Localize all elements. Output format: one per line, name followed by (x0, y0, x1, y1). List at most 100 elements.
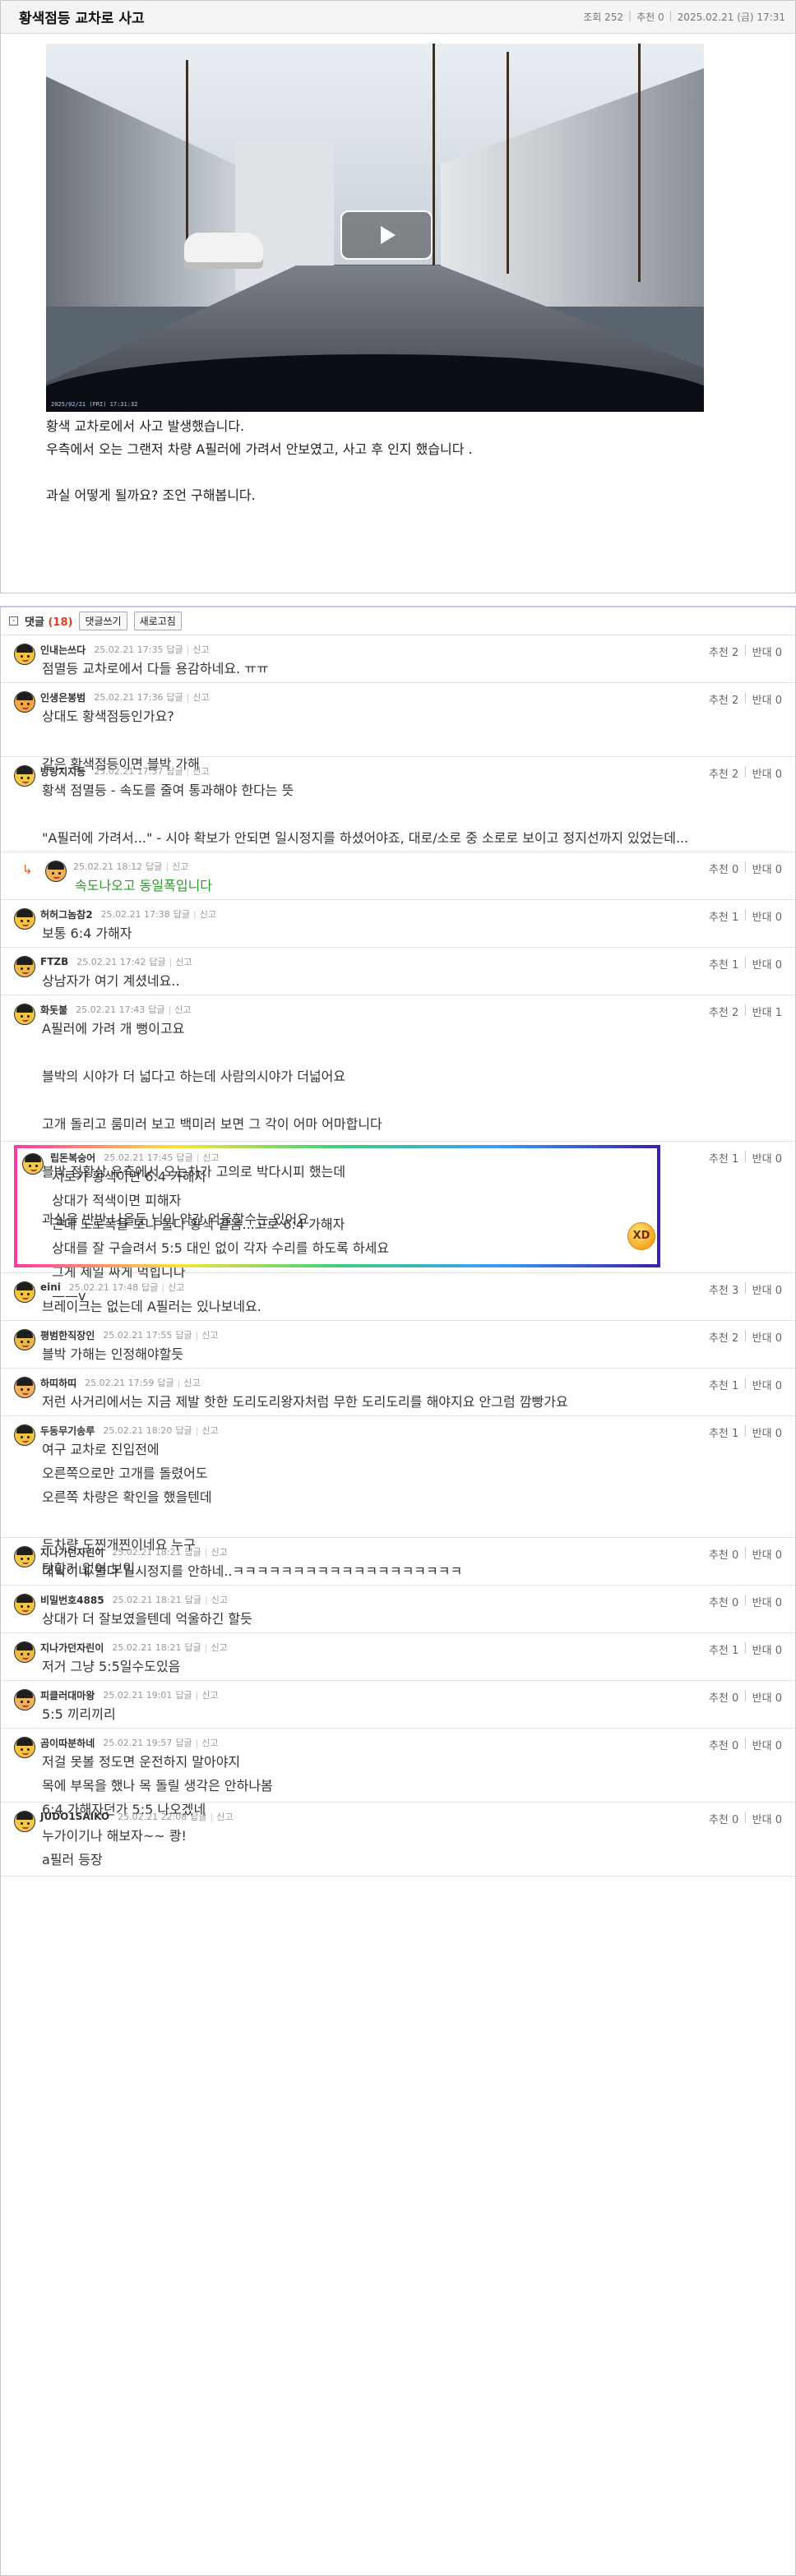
report-link[interactable]: 신고 (192, 643, 209, 656)
video-player[interactable]: 2025/02/21 (FRI) 17:31:32 (46, 44, 704, 412)
separator: | (743, 1329, 747, 1341)
upvote-button[interactable]: 추천 0 (709, 1689, 738, 1705)
downvote-button[interactable]: 반대 0 (752, 1281, 782, 1297)
downvote-button[interactable]: 반대 0 (752, 1811, 782, 1826)
reply-link[interactable]: 답글 (148, 1003, 164, 1016)
upvote-button[interactable]: 추천 2 (709, 644, 738, 659)
downvote-button[interactable]: 반대 0 (752, 1329, 782, 1345)
downvote-button[interactable]: 반대 0 (752, 1641, 782, 1657)
reply-link[interactable]: 답글 (166, 690, 183, 704)
comment-author[interactable]: 지나가던자린이 (40, 1641, 104, 1655)
comment-author[interactable]: FTZB (40, 956, 68, 967)
report-link[interactable]: 신고 (211, 1593, 228, 1606)
upvote-button[interactable]: 추천 1 (709, 1377, 738, 1392)
comment-date: 25.02.21 17:43 (76, 1004, 146, 1015)
reply-link[interactable]: 답글 (184, 1545, 201, 1558)
report-link[interactable]: 신고 (168, 1281, 184, 1294)
reply-link[interactable]: 답글 (141, 1281, 158, 1294)
report-link[interactable]: 신고 (183, 1376, 200, 1389)
report-link[interactable]: 신고 (216, 1810, 233, 1823)
downvote-button[interactable]: 반대 0 (752, 1377, 782, 1392)
downvote-button[interactable]: 반대 0 (752, 956, 782, 972)
separator: | (195, 1689, 199, 1701)
upvote-button[interactable]: 추천 3 (709, 1281, 738, 1297)
comment-author[interactable]: 하띠하띠 (40, 1376, 76, 1390)
upvote-button[interactable]: 추천 1 (709, 908, 738, 924)
reply-link[interactable]: 답글 (146, 860, 162, 873)
report-link[interactable]: 신고 (201, 1736, 218, 1749)
upvote-button[interactable]: 추천 0 (709, 1811, 738, 1826)
reply-link[interactable]: 답글 (176, 1151, 192, 1164)
comment-author[interactable]: 비밀번호4885 (40, 1593, 104, 1607)
downvote-button[interactable]: 반대 0 (752, 1424, 782, 1440)
upvote-button[interactable]: 추천 1 (709, 1424, 738, 1440)
reply-link[interactable]: 답글 (175, 1424, 192, 1437)
downvote-button[interactable]: 반대 0 (752, 1594, 782, 1609)
downvote-button[interactable]: 반대 0 (752, 644, 782, 659)
reply-link[interactable]: 답글 (185, 1593, 201, 1606)
view-count: 조회 252 (583, 12, 624, 23)
report-link[interactable]: 신고 (202, 1151, 219, 1164)
comment-author[interactable]: eini (40, 1281, 61, 1293)
refresh-button[interactable]: 새로고침 (133, 612, 182, 630)
upvote-button[interactable]: 추천 0 (709, 861, 738, 876)
upvote-button[interactable]: 추천 2 (709, 1004, 738, 1019)
downvote-button[interactable]: 반대 1 (752, 1004, 782, 1019)
report-link[interactable]: 신고 (200, 907, 216, 921)
comment-author[interactable]: 립돈복숭어 (50, 1151, 95, 1165)
report-link[interactable]: 신고 (174, 1003, 191, 1016)
comment-author[interactable]: 화돗불 (40, 1003, 67, 1017)
comment-author[interactable]: 평범한직장인 (40, 1328, 95, 1342)
comment-author[interactable]: 인생은봉범 (40, 690, 86, 704)
downvote-button[interactable]: 반대 0 (752, 691, 782, 707)
reply-link[interactable]: 답글 (174, 907, 190, 921)
upvote-button[interactable]: 추천 1 (709, 1150, 738, 1166)
report-link[interactable]: 신고 (172, 860, 188, 873)
upvote-button[interactable]: 추천 1 (709, 956, 738, 972)
reply-link[interactable]: 답글 (190, 1810, 206, 1823)
downvote-button[interactable]: 반대 0 (752, 861, 782, 876)
reply-link[interactable]: 답글 (149, 955, 165, 968)
downvote-button[interactable]: 반대 0 (752, 1689, 782, 1705)
downvote-button[interactable]: 반대 0 (752, 1737, 782, 1752)
report-link[interactable]: 신고 (192, 690, 209, 704)
report-link[interactable]: 신고 (201, 1688, 218, 1701)
report-link[interactable]: 신고 (201, 1328, 218, 1341)
report-link[interactable]: 신고 (211, 1641, 227, 1654)
upvote-button[interactable]: 추천 2 (709, 691, 738, 707)
comment-author[interactable]: 방랑지지등 (40, 764, 86, 778)
comment-author[interactable]: 피클러대마왕 (40, 1688, 95, 1702)
reply-link[interactable]: 답글 (184, 1641, 201, 1654)
write-comment-button[interactable]: 댓글쓰기 (79, 612, 127, 630)
play-icon[interactable] (340, 210, 433, 260)
reply-link[interactable]: 답글 (175, 1736, 192, 1749)
downvote-button[interactable]: 반대 0 (752, 765, 782, 781)
reply-link[interactable]: 답글 (166, 643, 183, 656)
upvote-button[interactable]: 추천 0 (709, 1737, 738, 1752)
comment-author[interactable]: 허허그놈참2 (40, 907, 93, 921)
reply-link[interactable]: 답글 (175, 1688, 192, 1701)
reply-link[interactable]: 답글 (175, 1328, 192, 1341)
comment-author[interactable]: 인내는쓰다 (40, 643, 86, 657)
comment-author[interactable]: 두동무기송루 (40, 1424, 95, 1438)
reply-link[interactable]: 답글 (157, 1376, 174, 1389)
collapse-icon[interactable]: - (9, 616, 18, 626)
report-link[interactable]: 신고 (211, 1545, 227, 1558)
upvote-button[interactable]: 추천 1 (709, 1641, 738, 1657)
downvote-button[interactable]: 반대 0 (752, 1150, 782, 1166)
downvote-button[interactable]: 반대 0 (752, 908, 782, 924)
avatar-eye (27, 1015, 30, 1018)
upvote-button[interactable]: 추천 2 (709, 1329, 738, 1345)
comment-author[interactable]: 지나가던자린이 (40, 1545, 104, 1559)
avatar-eye (27, 920, 30, 922)
comment-author[interactable]: JUDO1SAIKO (40, 1811, 109, 1822)
upvote-button[interactable]: 추천 0 (709, 1546, 738, 1562)
downvote-button[interactable]: 반대 0 (752, 1546, 782, 1562)
report-link[interactable]: 신고 (175, 955, 192, 968)
report-link[interactable]: 신고 (201, 1424, 218, 1437)
reply-link[interactable]: 답글 (166, 764, 183, 778)
upvote-button[interactable]: 추천 0 (709, 1594, 738, 1609)
upvote-button[interactable]: 추천 2 (709, 765, 738, 781)
report-link[interactable]: 신고 (192, 764, 209, 778)
comment-author[interactable]: 곰이따분하네 (40, 1736, 95, 1750)
